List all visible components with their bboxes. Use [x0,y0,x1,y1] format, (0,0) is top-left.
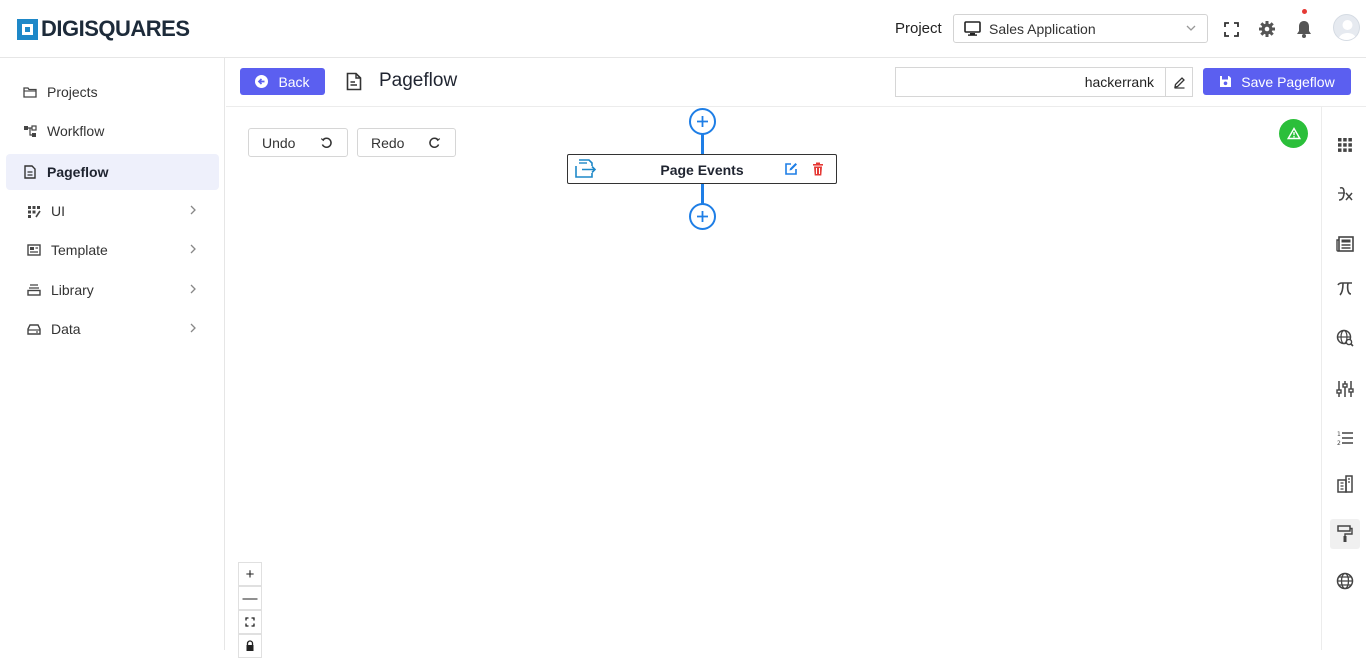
function-icon[interactable] [1330,179,1360,209]
numbered-list-icon[interactable]: 12 [1330,423,1360,453]
top-header: DIGISQUARES Project Sales Application [0,0,1366,58]
pageflow-name-input[interactable]: hackerrank [895,67,1165,97]
svg-text:1: 1 [1337,431,1341,438]
flow-node-page-events[interactable]: Page Events [567,154,837,184]
chevron-right-icon [190,244,196,254]
project-select[interactable]: Sales Application [953,14,1208,43]
pencil-icon [1173,76,1185,89]
apps-grid-icon[interactable] [1330,130,1360,160]
sidebar-item-label: Template [51,242,108,258]
bell-icon[interactable] [1294,19,1314,39]
sidebar-item-template[interactable]: Template [6,232,219,268]
globe-search-icon[interactable] [1330,323,1360,353]
undo-label: Undo [262,134,296,151]
fit-view-button[interactable] [238,610,262,634]
lock-view-button[interactable] [238,634,262,658]
sidebar-item-label: Projects [47,84,98,100]
project-select-value: Sales Application [989,20,1096,37]
chevron-down-icon [1186,25,1196,31]
sidebar-item-pageflow[interactable]: Pageflow [6,154,219,190]
add-step-above-button[interactable] [689,108,716,135]
library-icon [27,283,41,297]
delete-node-icon[interactable] [812,162,824,181]
avatar[interactable] [1333,14,1360,41]
edit-node-icon[interactable] [784,162,798,181]
template-icon [27,243,41,257]
floppy-disk-icon [1220,76,1232,87]
paint-roller-icon[interactable] [1330,519,1360,549]
fullscreen-icon[interactable] [1221,19,1241,39]
notification-dot [1302,9,1307,14]
flow-connector [701,184,704,204]
gear-icon[interactable] [1257,19,1277,39]
fit-view-icon [245,617,255,627]
sidebar-item-projects[interactable]: Projects [6,74,219,110]
arrow-left-circle-icon [255,75,269,88]
chevron-right-icon [190,284,196,294]
sidebar-item-data[interactable]: Data [6,311,219,347]
lock-icon [246,640,254,651]
warning-triangle-icon [1286,127,1301,140]
redo-label: Redo [371,134,405,151]
undo-icon [320,137,332,149]
sidebar-item-label: Workflow [47,123,105,139]
plus-icon [697,211,708,222]
sliders-icon[interactable] [1330,374,1360,404]
sidebar-item-label: Library [51,282,94,298]
svg-text:2: 2 [1337,440,1341,446]
right-tool-rail: 12 [1321,107,1366,650]
sidebar-item-library[interactable]: Library [6,272,219,308]
pi-icon[interactable] [1330,274,1360,304]
page-toolbar: Back Pageflow hackerrank Save Pageflow [226,58,1366,107]
ui-grid-icon [27,204,41,218]
flow-canvas[interactable]: Undo Redo Page Events + — [226,107,1321,658]
zoom-in-button[interactable]: + [238,562,262,586]
logo[interactable]: DIGISQUARES [17,16,190,41]
building-icon[interactable] [1330,469,1360,499]
logo-mark-icon [17,18,38,40]
flow-connector [701,134,704,154]
redo-icon [429,137,441,149]
add-step-below-button[interactable] [689,203,716,230]
redo-button[interactable]: Redo [357,128,456,157]
sidebar-item-label: Data [51,321,81,337]
sidebar: Projects Workflow Pageflow UI Template L… [0,58,225,650]
workflow-icon [23,124,37,138]
edit-name-button[interactable] [1165,67,1193,97]
database-icon [27,322,41,336]
monitor-icon [964,21,981,36]
globe-icon[interactable] [1330,566,1360,596]
logo-text: DIGISQUARES [41,16,190,41]
project-label: Project [895,20,942,37]
undo-button[interactable]: Undo [248,128,348,157]
back-label: Back [278,73,310,90]
sidebar-item-workflow[interactable]: Workflow [6,113,219,149]
pageflow-document-icon [346,72,362,96]
save-label: Save Pageflow [1241,73,1335,90]
sidebar-item-label: Pageflow [47,164,109,180]
chevron-right-icon [190,323,196,333]
folder-icon [23,85,37,99]
save-pageflow-button[interactable]: Save Pageflow [1203,68,1351,95]
page-title: Pageflow [379,70,458,91]
sidebar-item-label: UI [51,203,65,219]
newspaper-icon[interactable] [1330,229,1360,259]
plus-icon [697,116,708,127]
document-icon [23,165,37,179]
zoom-out-button[interactable]: — [238,586,262,610]
warning-indicator[interactable] [1279,119,1308,148]
back-button[interactable]: Back [240,68,325,95]
sidebar-item-ui[interactable]: UI [6,193,219,229]
chevron-right-icon [190,205,196,215]
